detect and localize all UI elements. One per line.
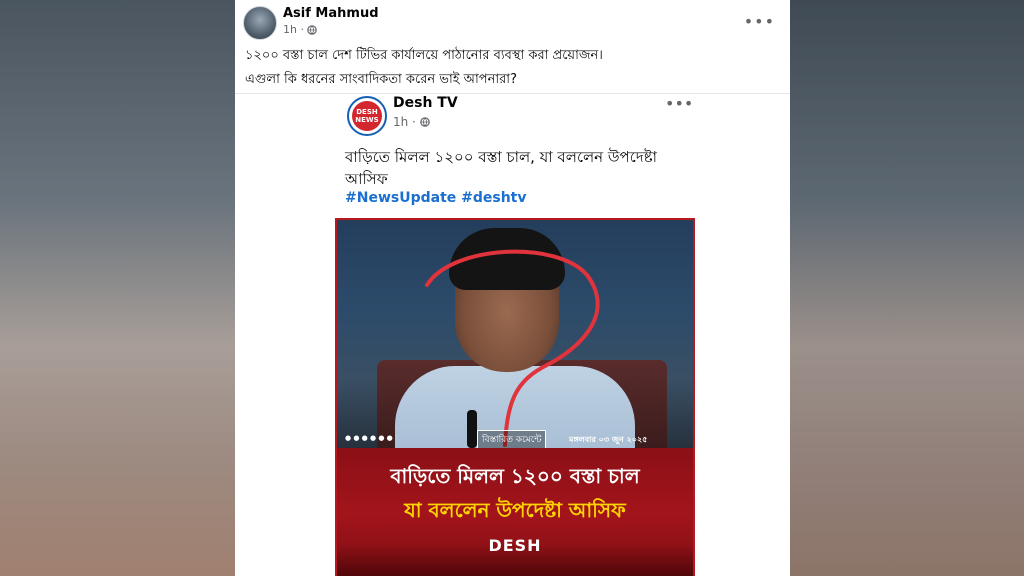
post-text-line-2: এগুলা কি ধরনের সাংবাদিকতা করেন ভাই আপনার… — [245, 72, 517, 87]
social-icons-strip: ● ● ● ● ● ● — [345, 434, 393, 442]
post-time[interactable]: 1h · — [283, 23, 304, 36]
shared-headline: বাড়িতে মিলল ১২০০ বস্তা চাল, যা বললেন উপ… — [345, 148, 657, 188]
post-header: Asif Mahmud 1h · ••• — [243, 6, 783, 40]
banner-line-2: যা বললেন উপদেষ্টা আসিফ — [404, 498, 626, 522]
avatar[interactable] — [243, 6, 277, 40]
post-text-line-1: ১২০০ বস্তা চাল দেশ টিভির কার্যালয়ে পাঠা… — [245, 48, 603, 63]
shared-post-time[interactable]: 1h · — [393, 115, 416, 129]
news-banner: বাড়িতে মিলল ১২০০ বস্তা চাল যা বললেন উপদ… — [337, 448, 693, 576]
more-options-icon[interactable]: ••• — [744, 12, 775, 31]
globe-icon — [420, 117, 430, 127]
banner-logo: DESH — [488, 536, 542, 555]
background-right-blur — [790, 0, 1024, 576]
logo-text-desh: DESH — [356, 108, 378, 116]
news-image[interactable]: ● ● ● ● ● ● বিস্তারিত কমেন্টে মঙ্গলবার ০… — [335, 218, 695, 576]
facebook-post-card: Asif Mahmud 1h · ••• ১২০০ বস্তা চাল দেশ … — [235, 0, 790, 576]
image-date: মঙ্গলবার ০৩ জুন ২০২৫ — [569, 435, 648, 444]
logo-text-news: NEWS — [355, 116, 379, 124]
shared-post: DESH NEWS Desh TV 1h · ••• বাড়িতে মিলল … — [235, 93, 790, 576]
post-meta: 1h · — [283, 23, 317, 36]
globe-icon — [307, 24, 317, 35]
image-caption: বিস্তারিত কমেন্টে — [477, 430, 547, 449]
news-photo: ● ● ● ● ● ● বিস্তারিত কমেন্টে মঙ্গলবার ০… — [337, 220, 693, 452]
deshtv-logo-mark: DESH NEWS — [352, 101, 382, 131]
question-mark-drawing — [425, 249, 600, 447]
shared-page-name[interactable]: Desh TV — [393, 95, 458, 111]
shared-more-options-icon[interactable]: ••• — [665, 94, 693, 113]
shared-hashtags[interactable]: #NewsUpdate #deshtv — [345, 190, 527, 206]
shared-post-meta: 1h · — [393, 115, 430, 129]
background-left-blur — [0, 0, 235, 576]
deshtv-logo-avatar[interactable]: DESH NEWS — [347, 96, 387, 136]
banner-line-1: বাড়িতে মিলল ১২০০ বস্তা চাল — [390, 464, 640, 488]
author-name[interactable]: Asif Mahmud — [283, 6, 379, 21]
